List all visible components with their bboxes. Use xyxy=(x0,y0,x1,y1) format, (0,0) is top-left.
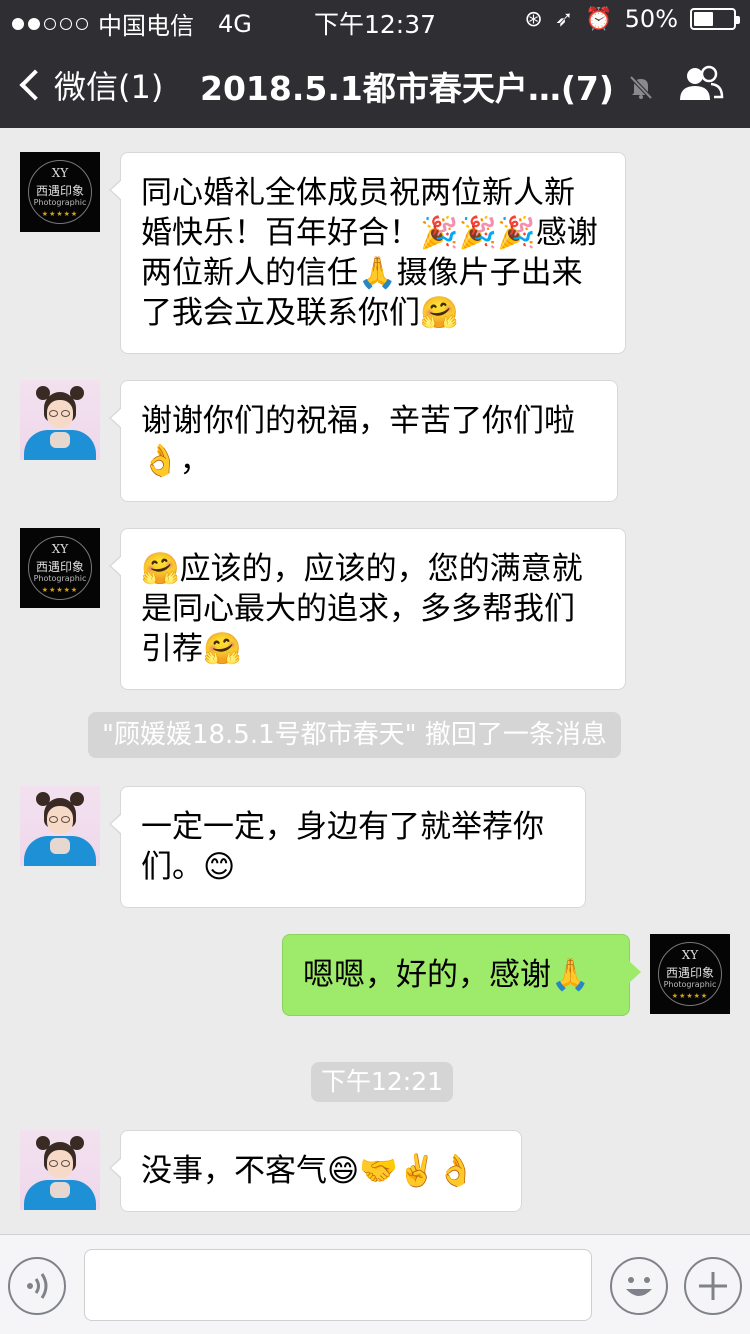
voice-icon xyxy=(27,1273,48,1299)
logo-text-xy: XY xyxy=(681,948,699,962)
nav-bar: 微信(1) 2018.5.1都市春天户…(7) xyxy=(0,40,750,128)
input-bar xyxy=(0,1234,750,1334)
avatar[interactable] xyxy=(20,1130,100,1210)
chat-title: 2018.5.1都市春天户…(7) xyxy=(200,69,614,108)
logo-stars: ★★★★★ xyxy=(41,210,79,218)
avatar[interactable] xyxy=(20,380,100,460)
message-bubble[interactable]: 同心婚礼全体成员祝两位新人新婚快乐！百年好合！🎉🎉🎉感谢两位新人的信任🙏摄像片子… xyxy=(109,152,626,354)
logo-text-cn: 西遇印象 xyxy=(35,184,84,198)
logo-text-en: Photographic xyxy=(663,980,717,989)
voice-button[interactable] xyxy=(8,1257,66,1315)
emoji-button[interactable] xyxy=(610,1257,668,1315)
logo-text-en: Photographic xyxy=(33,574,87,583)
message-input[interactable] xyxy=(84,1249,592,1321)
avatar-self[interactable]: XY 西遇印象 Photographic ★★★★★ xyxy=(650,934,730,1014)
message-bubble[interactable]: 谢谢你们的祝福，辛苦了你们啦👌， xyxy=(109,380,618,502)
more-button[interactable] xyxy=(684,1257,742,1315)
status-right: ⊛ ➶ ⏰ 50% xyxy=(524,5,740,33)
chevron-left-icon xyxy=(19,69,51,101)
recall-notice: "顾媛媛18.5.1号都市春天" 撤回了一条消息 xyxy=(88,712,621,758)
emoji-icon xyxy=(626,1277,652,1296)
avatar[interactable]: XY 西遇印象 Photographic ★★★★★ xyxy=(20,528,100,608)
logo-stars: ★★★★★ xyxy=(41,586,79,594)
status-bar: 中国电信 4G 下午12:37 ⊛ ➶ ⏰ 50% xyxy=(0,0,750,40)
message-bubble-mine[interactable]: 嗯嗯，好的，感谢🙏 xyxy=(282,934,641,1016)
battery-fill xyxy=(694,12,713,26)
avatar[interactable] xyxy=(20,786,100,866)
logo-text-en: Photographic xyxy=(33,198,87,207)
rotation-lock-icon: ⊛ xyxy=(524,6,543,32)
logo-text-cn: 西遇印象 xyxy=(35,560,84,574)
location-arrow-icon: ➶ xyxy=(554,6,574,32)
back-label: 微信(1) xyxy=(54,68,164,106)
message-bubble[interactable]: 一定一定，身边有了就举荐你们。😊 xyxy=(109,786,586,908)
message-bubble[interactable]: 没事，不客气😄🤝✌️👌 xyxy=(109,1130,522,1212)
logo-stars: ★★★★★ xyxy=(671,992,709,1000)
back-button[interactable]: 微信(1) xyxy=(16,62,163,108)
mute-bell-icon xyxy=(629,75,653,100)
logo-text-cn: 西遇印象 xyxy=(665,966,714,980)
group-members-icon[interactable] xyxy=(678,64,724,104)
message-bubble[interactable]: 🤗应该的，应该的，您的满意就是同心最大的追求，多多帮我们引荐🤗 xyxy=(109,528,626,690)
logo-text-xy: XY xyxy=(51,166,69,180)
alarm-icon: ⏰ xyxy=(585,6,613,32)
logo-text-xy: XY xyxy=(51,542,69,556)
chat-area[interactable]: XY 西遇印象 Photographic ★★★★★ 同心婚礼全体成员祝两位新人… xyxy=(0,128,750,1234)
battery-icon xyxy=(690,8,740,30)
timestamp: 下午12:21 xyxy=(311,1062,454,1102)
battery-percent: 50% xyxy=(624,5,678,33)
plus-icon xyxy=(699,1272,727,1300)
avatar[interactable]: XY 西遇印象 Photographic ★★★★★ xyxy=(20,152,100,232)
